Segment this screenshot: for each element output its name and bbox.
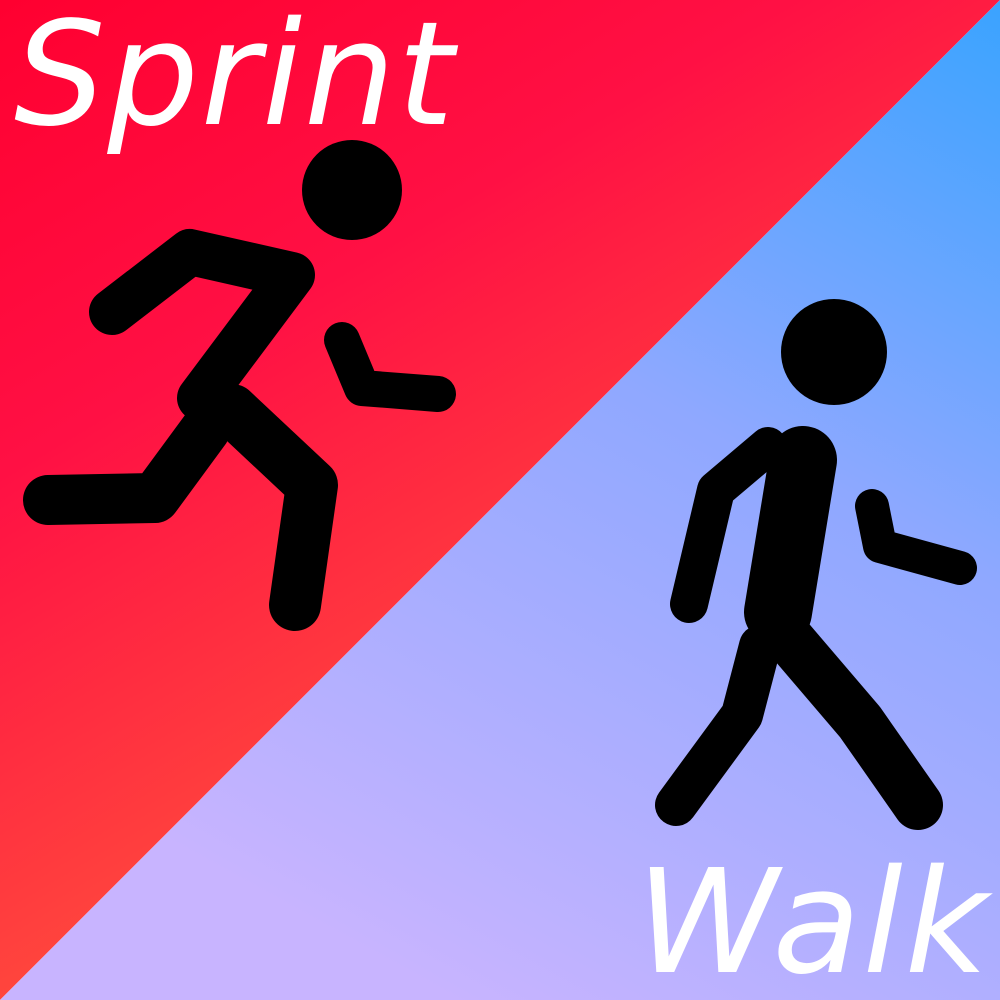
walk-title: Walk bbox=[636, 838, 991, 1000]
sprint-vs-walk-graphic: Sprint Walk bbox=[0, 0, 1000, 1000]
sprint-title: Sprint bbox=[14, 0, 456, 158]
